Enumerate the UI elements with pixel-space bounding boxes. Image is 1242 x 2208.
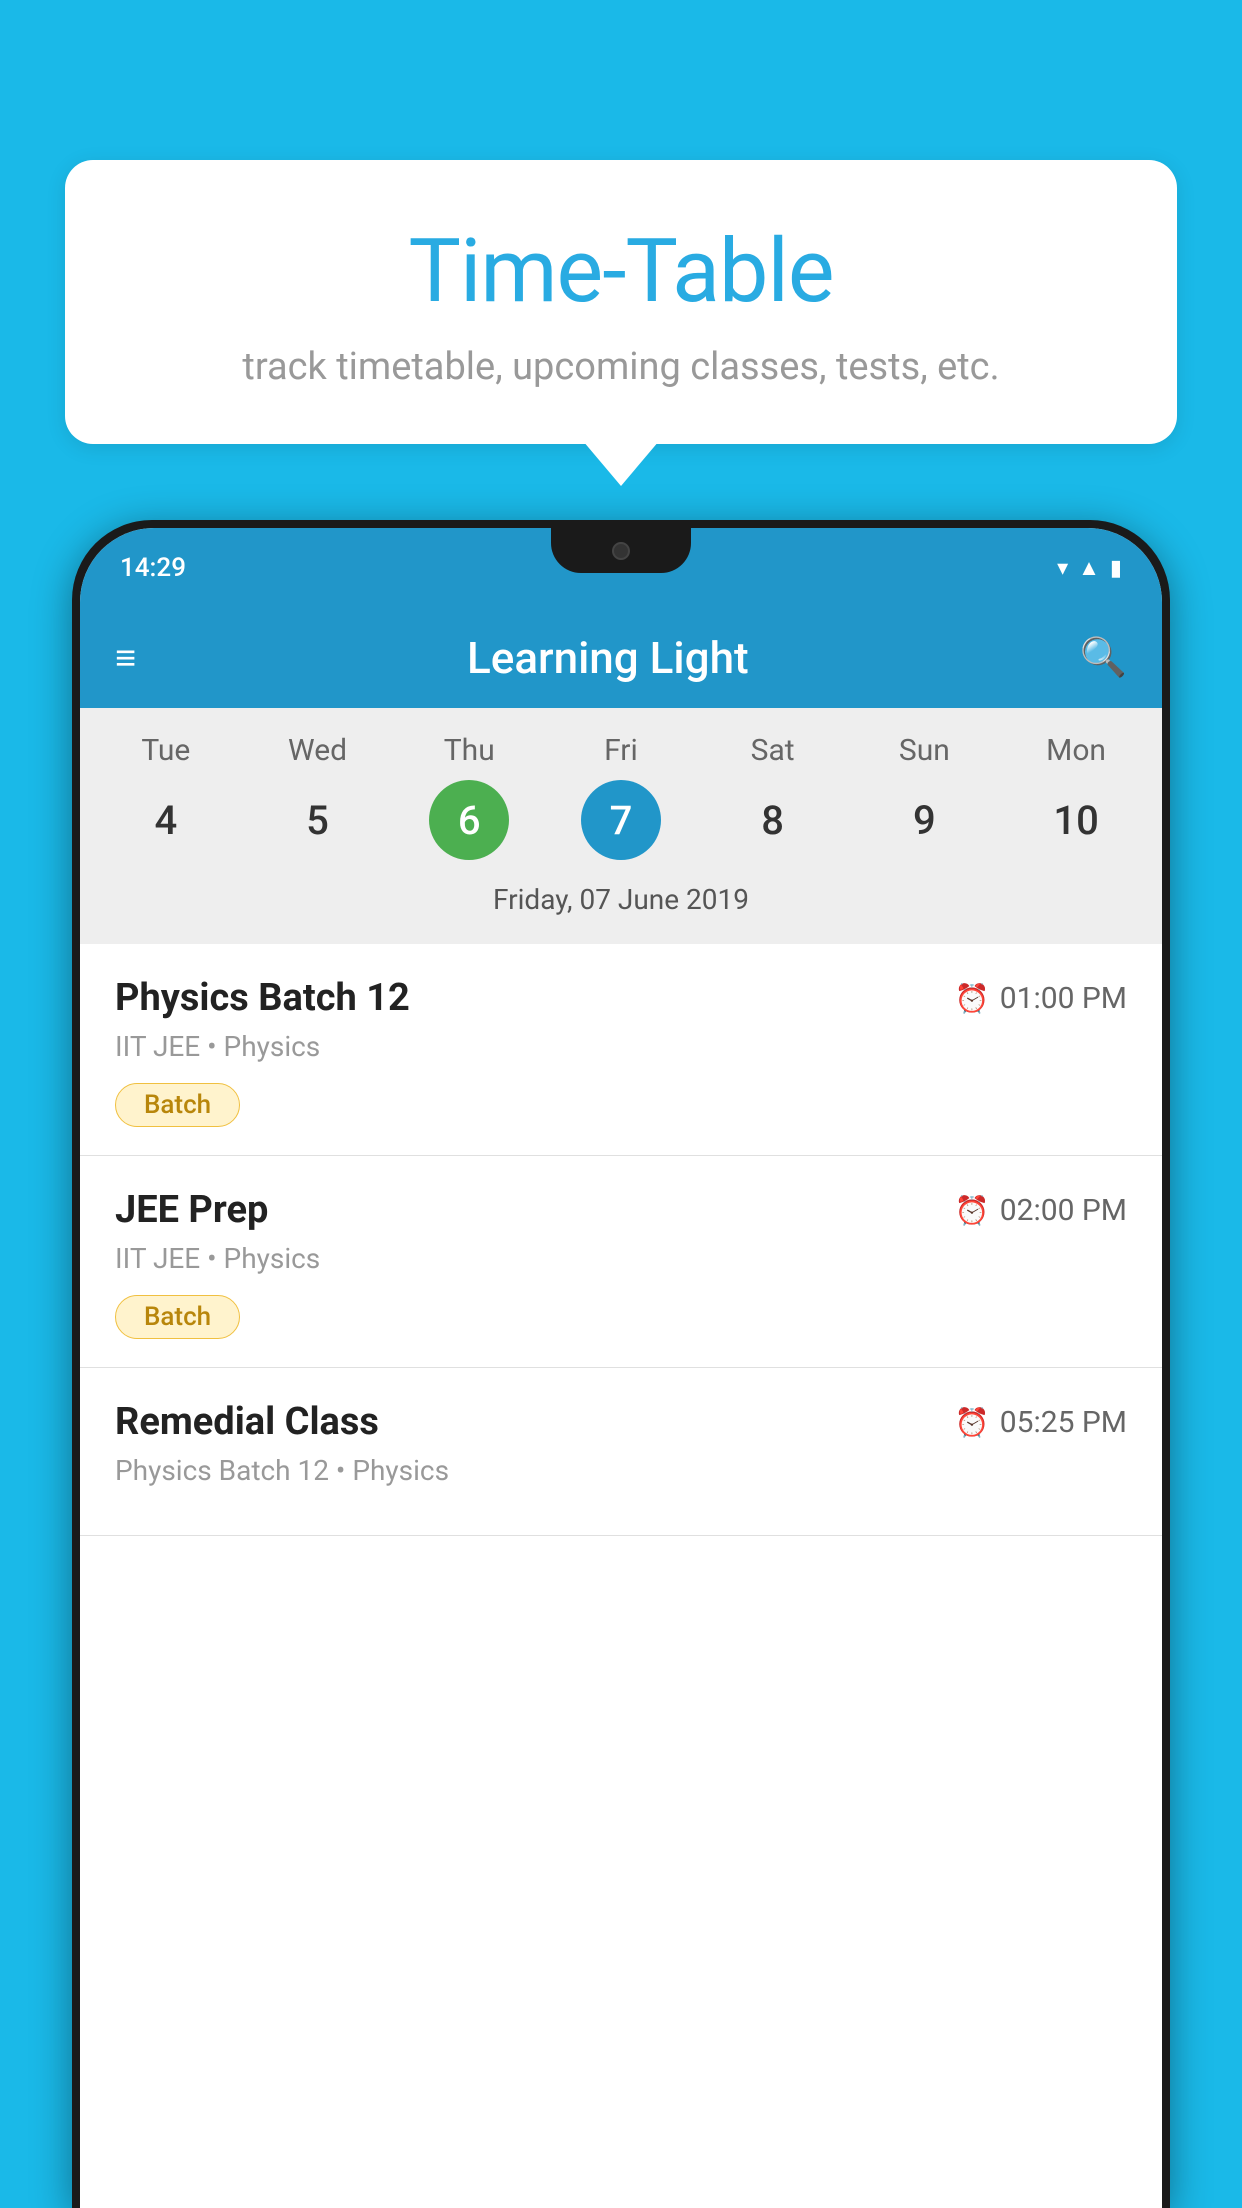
menu-icon[interactable]: ≡ (115, 640, 136, 676)
schedule-time: ⏰ 02:00 PM (955, 1193, 1127, 1228)
calendar-day-8[interactable]: Sat 8 (708, 733, 838, 860)
calendar-day-7[interactable]: Fri 7 (556, 733, 686, 860)
speech-bubble-container: Time-Table track timetable, upcoming cla… (65, 160, 1177, 444)
schedule-title: JEE Prep (115, 1188, 268, 1232)
schedule-time: ⏰ 01:00 PM (955, 981, 1127, 1016)
schedule-subtitle: IIT JEE • Physics (115, 1030, 1127, 1063)
day-name: Thu (444, 733, 495, 768)
day-number[interactable]: 4 (126, 780, 206, 860)
schedule-item[interactable]: Remedial Class ⏰ 05:25 PM Physics Batch … (80, 1368, 1162, 1536)
day-name: Sat (751, 733, 795, 768)
day-number[interactable]: 5 (278, 780, 358, 860)
schedule-item[interactable]: Physics Batch 12 ⏰ 01:00 PM IIT JEE • Ph… (80, 944, 1162, 1156)
battery-icon: ▮ (1110, 556, 1122, 581)
schedule-item-header: Physics Batch 12 ⏰ 01:00 PM (115, 976, 1127, 1020)
bubble-subtitle: track timetable, upcoming classes, tests… (115, 345, 1127, 389)
notch (551, 528, 691, 573)
bubble-title: Time-Table (115, 220, 1127, 323)
schedule-title: Physics Batch 12 (115, 976, 410, 1020)
schedule-subtitle: IIT JEE • Physics (115, 1242, 1127, 1275)
calendar-day-4[interactable]: Tue 4 (101, 733, 231, 860)
batch-badge: Batch (115, 1295, 240, 1339)
wifi-icon: ▾ (1057, 556, 1068, 581)
day-number[interactable]: 7 (581, 780, 661, 860)
schedule-time: ⏰ 05:25 PM (955, 1405, 1127, 1440)
schedule-item[interactable]: JEE Prep ⏰ 02:00 PM IIT JEE • Physics Ba… (80, 1156, 1162, 1368)
schedule-item-header: JEE Prep ⏰ 02:00 PM (115, 1188, 1127, 1232)
status-bar: 14:29 ▾ ▲ ▮ (80, 528, 1162, 608)
calendar-day-10[interactable]: Mon 10 (1011, 733, 1141, 860)
signal-icon: ▲ (1078, 555, 1100, 581)
clock-icon: ⏰ (955, 982, 990, 1015)
calendar-day-5[interactable]: Wed 5 (253, 733, 383, 860)
schedule-item-header: Remedial Class ⏰ 05:25 PM (115, 1400, 1127, 1444)
calendar-strip: Tue 4 Wed 5 Thu 6 Fri 7 Sat 8 Sun 9 Mon 10 Friday, 07… (80, 708, 1162, 944)
selected-date-label: Friday, 07 June 2019 (90, 875, 1152, 934)
schedule-subtitle: Physics Batch 12 • Physics (115, 1454, 1127, 1487)
phone-frame: 14:29 ▾ ▲ ▮ ≡ Learning Light 🔍 (72, 520, 1170, 2208)
search-icon[interactable]: 🔍 (1080, 636, 1127, 680)
status-time: 14:29 (120, 553, 186, 583)
day-number[interactable]: 8 (733, 780, 813, 860)
schedule-area: Physics Batch 12 ⏰ 01:00 PM IIT JEE • Ph… (80, 944, 1162, 1536)
batch-badge: Batch (115, 1083, 240, 1127)
day-name: Mon (1046, 733, 1106, 768)
calendar-day-6[interactable]: Thu 6 (404, 733, 534, 860)
phone-inner: 14:29 ▾ ▲ ▮ ≡ Learning Light 🔍 (80, 528, 1162, 2208)
clock-icon: ⏰ (955, 1194, 990, 1227)
app-title: Learning Light (166, 632, 1050, 684)
schedule-title: Remedial Class (115, 1400, 379, 1444)
day-name: Tue (141, 733, 190, 768)
day-name: Fri (604, 733, 638, 768)
status-icons: ▾ ▲ ▮ (1057, 555, 1122, 581)
day-number[interactable]: 10 (1036, 780, 1116, 860)
app-bar: ≡ Learning Light 🔍 (80, 608, 1162, 708)
phone-screen: 14:29 ▾ ▲ ▮ ≡ Learning Light 🔍 (80, 528, 1162, 2208)
day-name: Wed (288, 733, 347, 768)
calendar-day-9[interactable]: Sun 9 (859, 733, 989, 860)
camera-dot (612, 542, 630, 560)
clock-icon: ⏰ (955, 1406, 990, 1439)
days-row: Tue 4 Wed 5 Thu 6 Fri 7 Sat 8 Sun 9 Mon 10 (90, 733, 1152, 860)
day-number[interactable]: 6 (429, 780, 509, 860)
day-name: Sun (899, 733, 950, 768)
day-number[interactable]: 9 (884, 780, 964, 860)
speech-bubble: Time-Table track timetable, upcoming cla… (65, 160, 1177, 444)
